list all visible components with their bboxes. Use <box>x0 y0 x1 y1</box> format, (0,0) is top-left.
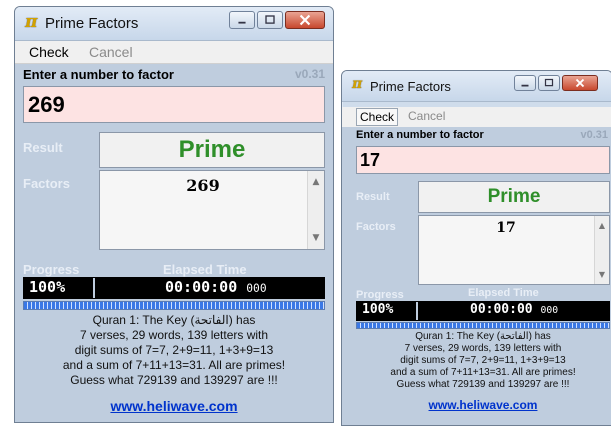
elapsed-time-value: 00:00:00 000 <box>165 278 267 296</box>
chevron-up-icon[interactable]: ▲ <box>308 177 324 187</box>
factors-scrollbar[interactable]: ▲ ▼ <box>307 171 324 249</box>
elapsed-time-value: 00:00:00 000 <box>470 302 559 317</box>
menu-bar: Check Cancel <box>15 41 333 64</box>
progress-label: Progress <box>23 262 80 277</box>
factor-value: 269 <box>186 176 220 195</box>
note-line: and a sum of 7+11+13=31. All are primes! <box>390 367 576 378</box>
progress-readout: 100% 00:00:00 000 <box>23 277 325 299</box>
maximize-button[interactable] <box>538 75 560 91</box>
elapsed-ms: 000 <box>246 282 267 295</box>
close-button[interactable] <box>285 11 325 29</box>
result-value: Prime <box>418 181 610 213</box>
factor-value: 17 <box>496 220 516 236</box>
elapsed-ms: 000 <box>540 305 559 316</box>
progress-bar <box>23 301 325 310</box>
version-label: v0.31 <box>294 67 325 81</box>
note-line: Guess what 729139 and 139297 are !!! <box>396 379 570 390</box>
close-button[interactable] <box>562 75 598 91</box>
note-line: 7 verses, 29 words, 139 letters with <box>404 343 562 354</box>
website-link[interactable]: www.heliwave.com <box>15 398 333 414</box>
close-icon <box>575 78 585 88</box>
menu-check[interactable]: Check <box>356 108 399 126</box>
chevron-up-icon[interactable]: ▲ <box>595 221 609 230</box>
prime-factors-window-large: π Prime Factors Check Cancel Enter a num… <box>14 6 334 423</box>
factors-label: Factors <box>356 221 396 233</box>
maximize-icon <box>265 15 275 24</box>
progress-bar <box>356 322 610 329</box>
note-line: 7 verses, 29 words, 139 letters with <box>79 328 269 342</box>
number-input[interactable]: 269 <box>23 86 325 123</box>
client-area: Enter a number to factor v0.31 269 Resul… <box>15 64 333 422</box>
note-line: digit sums of 7=7, 2+9=11, 1+3+9=13 <box>400 355 566 366</box>
maximize-icon <box>544 78 554 87</box>
progress-readout: 100% 00:00:00 000 <box>356 301 610 321</box>
progress-label: Progress <box>356 289 404 301</box>
progress-percent: 100% <box>356 302 418 320</box>
version-label: v0.31 <box>580 129 608 141</box>
title-bar[interactable]: π Prime Factors <box>342 71 611 102</box>
client-area: Enter a number to factor v0.31 17 Result… <box>342 127 611 425</box>
minimize-icon <box>521 84 529 87</box>
app-icon: π <box>25 12 38 32</box>
maximize-button[interactable] <box>257 11 283 29</box>
app-icon: π <box>352 76 363 92</box>
title-bar[interactable]: π Prime Factors <box>15 7 333 41</box>
info-note: Quran 1: The Key (الفاتحة) has 7 verses,… <box>352 331 611 391</box>
prime-factors-window-small: π Prime Factors Check Cancel Enter a num… <box>341 70 611 426</box>
website-link[interactable]: www.heliwave.com <box>342 398 611 412</box>
progress-percent: 100% <box>23 278 95 298</box>
result-value: Prime <box>99 132 325 168</box>
window-title: Prime Factors <box>370 79 451 94</box>
note-line: Guess what 729139 and 139297 are !!! <box>70 373 278 387</box>
menu-check[interactable]: Check <box>29 44 69 60</box>
factors-list[interactable]: 17 ▲ ▼ <box>418 215 610 285</box>
chevron-down-icon[interactable]: ▼ <box>595 270 609 279</box>
menu-bar: Check Cancel <box>342 107 611 128</box>
number-prompt-label: Enter a number to factor <box>23 67 174 82</box>
minimize-button[interactable] <box>229 11 255 29</box>
result-label: Result <box>356 191 390 203</box>
info-note: Quran 1: The Key (الفاتحة) has 7 verses,… <box>19 313 329 388</box>
factors-label: Factors <box>23 176 70 191</box>
factors-list[interactable]: 269 ▲ ▼ <box>99 170 325 250</box>
close-icon <box>299 14 311 26</box>
note-line: Quran 1: The Key (الفاتحة) has <box>92 313 256 327</box>
note-line: digit sums of 7=7, 2+9=11, 1+3+9=13 <box>74 343 274 357</box>
result-label: Result <box>23 140 63 155</box>
minimize-button[interactable] <box>514 75 536 91</box>
number-prompt-label: Enter a number to factor <box>356 129 484 141</box>
minimize-icon <box>238 21 246 24</box>
factors-scrollbar[interactable]: ▲ ▼ <box>594 216 609 284</box>
window-title: Prime Factors <box>45 15 139 32</box>
elapsed-time-label: Elapsed Time <box>468 287 539 299</box>
chevron-down-icon[interactable]: ▼ <box>308 233 324 243</box>
menu-cancel[interactable]: Cancel <box>89 44 133 60</box>
elapsed-time-label: Elapsed Time <box>163 262 247 277</box>
number-input[interactable]: 17 <box>356 146 610 174</box>
note-line: Quran 1: The Key (الفاتحة) has <box>415 331 551 342</box>
note-line: and a sum of 7+11+13=31. All are primes! <box>62 358 286 372</box>
menu-cancel[interactable]: Cancel <box>408 109 445 123</box>
